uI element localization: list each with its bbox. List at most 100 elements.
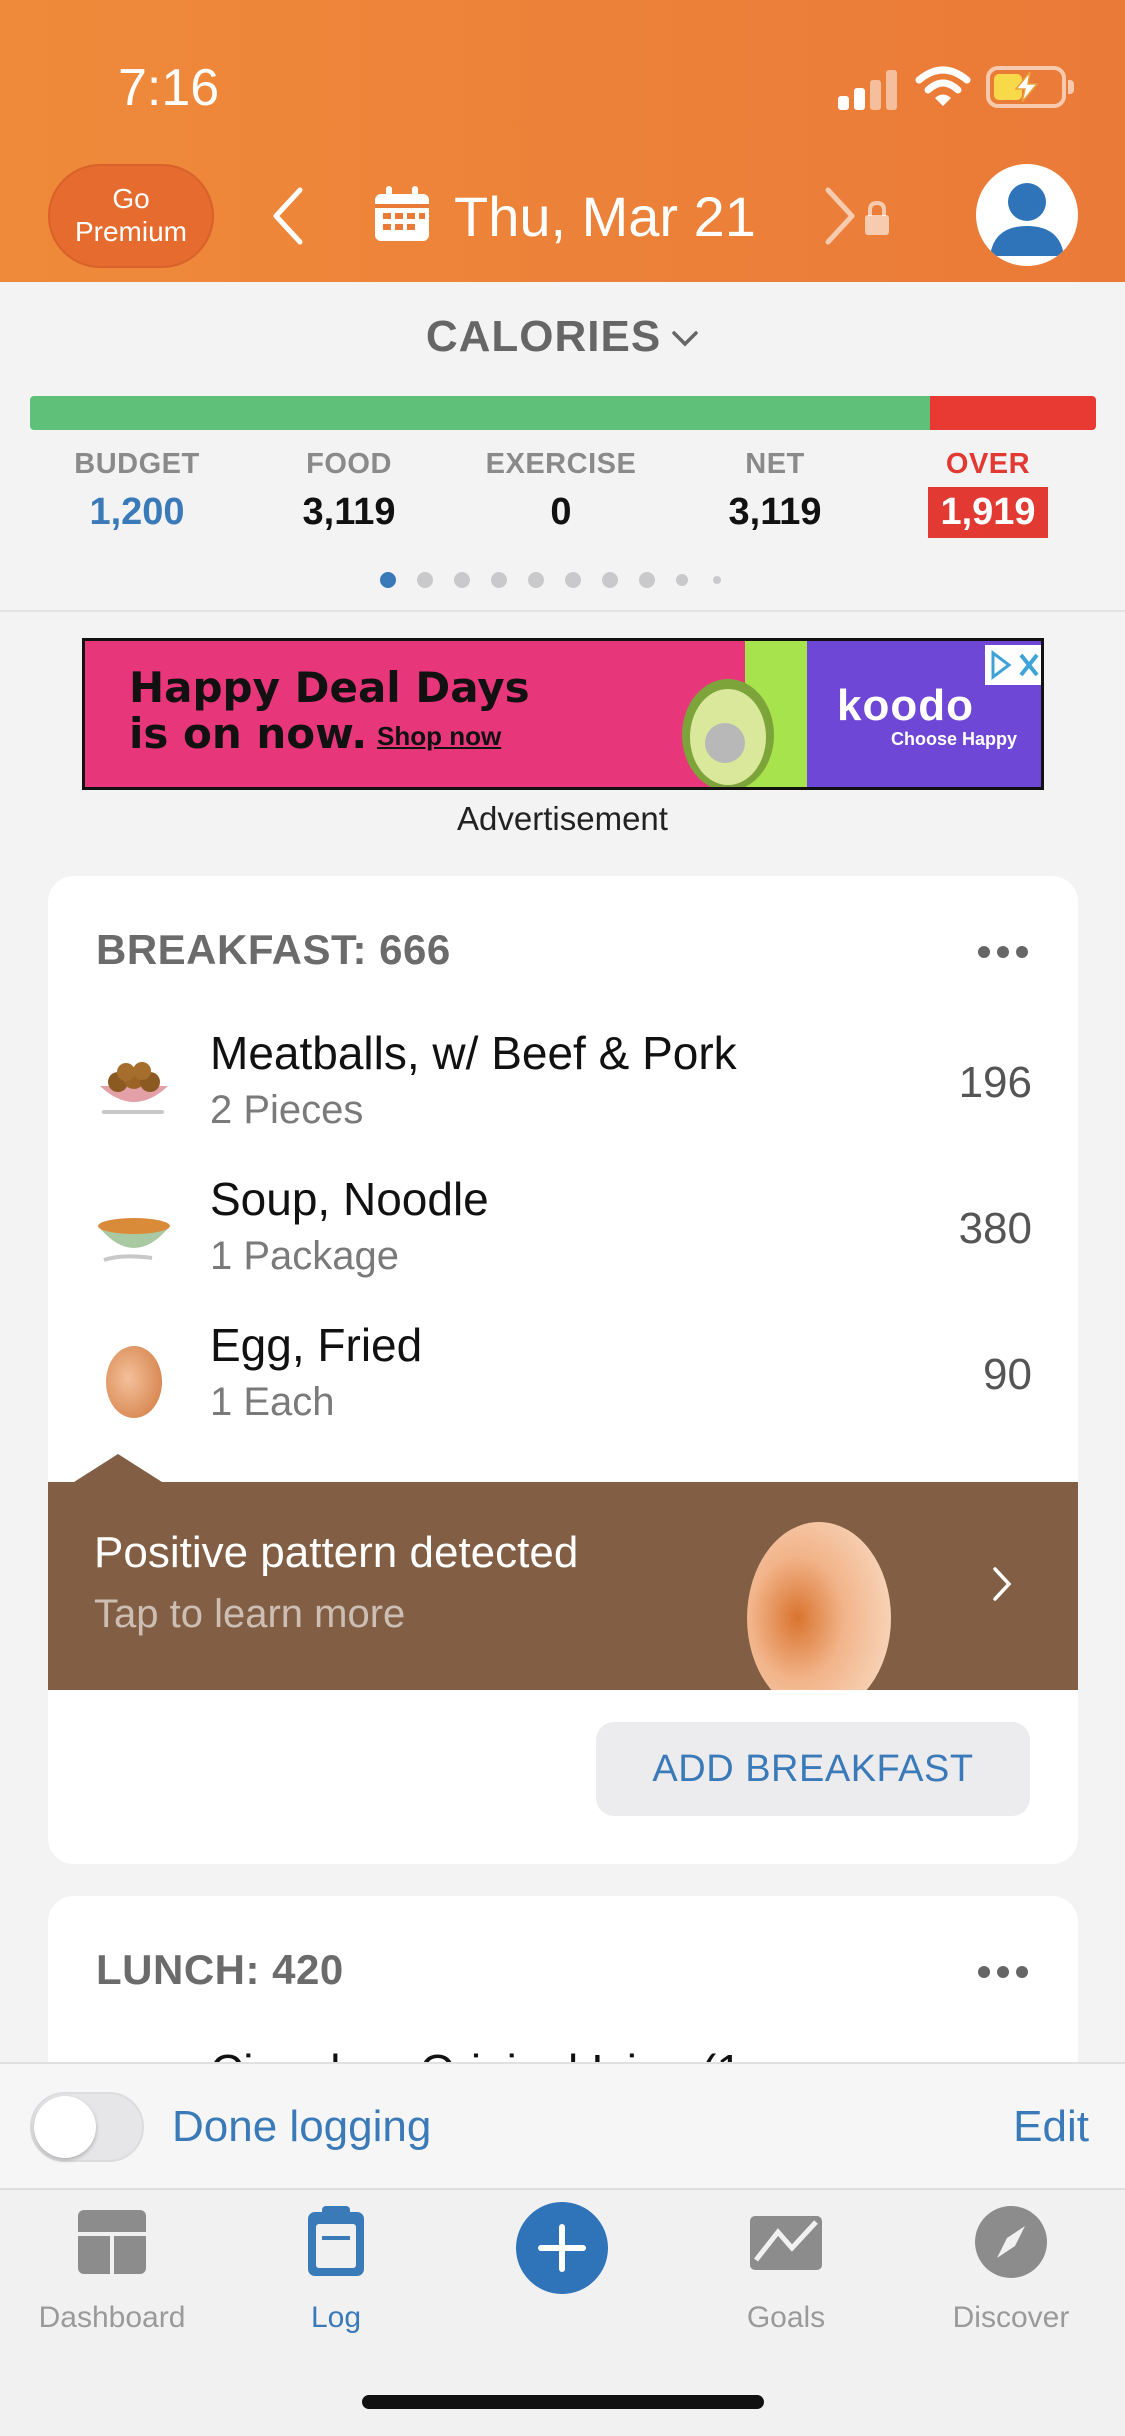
- battery-icon: [986, 66, 1074, 108]
- food-calories: 380: [958, 1204, 1032, 1253]
- ad-tagline: Choose Happy: [891, 729, 1018, 749]
- food-item[interactable]: Soup, Noodle 1 Package 380: [48, 1160, 1078, 1300]
- page-dot[interactable]: [380, 572, 396, 588]
- tab-discover-label: Discover: [952, 2301, 1070, 2334]
- chevron-down-icon: [672, 331, 698, 347]
- go-premium-button[interactable]: Go Premium: [48, 164, 214, 268]
- insight-banner[interactable]: Positive pattern detected Tap to learn m…: [48, 1454, 1078, 1690]
- previous-day-chevron-icon[interactable]: [268, 186, 308, 246]
- stat-budget-value: 1,200: [89, 491, 185, 533]
- egg-icon: [106, 1346, 162, 1418]
- done-logging-bar: Done logging Edit: [0, 2062, 1125, 2188]
- dashboard-icon: [78, 2210, 146, 2274]
- calories-summary: CALORIES BUDGET 1,200 FOOD 3,119 EXERCIS…: [0, 282, 1125, 612]
- progress-budget-segment: [30, 396, 930, 430]
- insight-pointer: [74, 1454, 162, 1482]
- wifi-icon: [915, 66, 971, 106]
- calories-title: CALORIES: [425, 312, 662, 361]
- calendar-icon[interactable]: [372, 186, 432, 244]
- stat-net: NET 3,119: [685, 448, 865, 534]
- edit-button[interactable]: Edit: [1013, 2102, 1089, 2152]
- avocado-icon: [682, 679, 774, 787]
- tab-log-label: Log: [310, 2301, 362, 2334]
- food-calories: 90: [983, 1350, 1032, 1399]
- page-dot[interactable]: [417, 572, 433, 588]
- next-day-chevron-icon[interactable]: [820, 186, 860, 246]
- add-breakfast-button[interactable]: ADD BREAKFAST: [596, 1722, 1030, 1816]
- food-name: Soup, Noodle: [210, 1173, 489, 1225]
- selected-date[interactable]: Thu, Mar 21: [454, 184, 756, 249]
- home-indicator: [362, 2395, 764, 2409]
- soup-icon: [98, 1218, 170, 1262]
- stat-budget: BUDGET 1,200: [47, 448, 227, 534]
- page-dot[interactable]: [491, 572, 507, 588]
- ad-headline-line1: Happy Deal Days: [129, 663, 530, 712]
- stat-exercise-label: EXERCISE: [485, 448, 637, 480]
- lunch-title: LUNCH: 420: [96, 1946, 344, 1993]
- stat-exercise: EXERCISE 0: [471, 448, 651, 534]
- page-dot[interactable]: [528, 572, 544, 588]
- done-logging-toggle[interactable]: [30, 2092, 144, 2162]
- lock-icon: [865, 200, 889, 235]
- user-icon: [990, 183, 1064, 256]
- page-dot[interactable]: [454, 572, 470, 588]
- food-quantity: 1 Each: [210, 1380, 335, 1424]
- chevron-right-icon: [993, 1567, 1012, 1601]
- food-name: Egg, Fried: [210, 1319, 423, 1371]
- compass-icon: [975, 2206, 1047, 2278]
- breakfast-card: BREAKFAST: 666 Meatballs, w/ Beef & Pork…: [48, 876, 1078, 1864]
- lunch-more-icon[interactable]: [978, 1966, 1028, 1978]
- meatballs-icon: [100, 1062, 168, 1114]
- ad-choices-close-icon[interactable]: [985, 645, 1043, 685]
- stat-over-value: 1,919: [928, 487, 1048, 538]
- page-dot[interactable]: [565, 572, 581, 588]
- calories-dropdown[interactable]: CALORIES: [0, 312, 1125, 362]
- insight-subtitle: Tap to learn more: [94, 1592, 406, 1636]
- food-item[interactable]: Egg, Fried 1 Each 90: [48, 1306, 1078, 1446]
- stat-food-label: FOOD: [306, 448, 392, 480]
- food-item[interactable]: Meatballs, w/ Beef & Pork 2 Pieces 196: [48, 1014, 1078, 1154]
- tab-discover[interactable]: Discover: [911, 2206, 1111, 2335]
- breakfast-more-icon[interactable]: [978, 946, 1028, 958]
- tab-goals-label: Goals: [746, 2301, 826, 2334]
- stat-food-value: 3,119: [302, 491, 396, 533]
- goals-icon: [750, 2216, 822, 2270]
- page-indicator[interactable]: [380, 572, 750, 592]
- ad-brand-name: koodo: [837, 681, 974, 730]
- food-quantity: 1 Package: [210, 1234, 400, 1278]
- tab-dashboard[interactable]: Dashboard: [12, 2206, 212, 2335]
- advertisement-label: Advertisement: [457, 800, 668, 837]
- stat-net-value: 3,119: [728, 491, 822, 533]
- ad-shop-link[interactable]: Shop now: [377, 721, 501, 752]
- cellular-signal-icon: [838, 70, 900, 110]
- page-dot[interactable]: [713, 576, 721, 584]
- calories-progress-bar: [30, 396, 1096, 430]
- premium-label-line1: Go: [112, 183, 150, 214]
- tab-goals[interactable]: Goals: [686, 2206, 886, 2335]
- egg-illustration-icon: [747, 1522, 891, 1690]
- food-calories: 196: [958, 1058, 1032, 1107]
- insight-title: Positive pattern detected: [94, 1528, 579, 1577]
- stat-exercise-value: 0: [550, 491, 572, 533]
- tab-dashboard-label: Dashboard: [38, 2301, 186, 2334]
- food-name: Meatballs, w/ Beef & Pork: [210, 1027, 737, 1079]
- page-dot[interactable]: [602, 572, 618, 588]
- food-quantity: 2 Pieces: [210, 1088, 364, 1132]
- breakfast-title: BREAKFAST: 666: [96, 926, 451, 973]
- stat-net-label: NET: [745, 448, 805, 480]
- progress-over-segment: [930, 396, 1096, 430]
- stat-budget-label: BUDGET: [74, 448, 200, 480]
- done-logging-label[interactable]: Done logging: [172, 2102, 431, 2152]
- page-dot[interactable]: [676, 574, 688, 586]
- app-header: 7:16 Go Premium Thu, Mar 21: [0, 0, 1125, 282]
- status-time: 7:16: [118, 59, 220, 117]
- add-entry-button[interactable]: [516, 2202, 608, 2294]
- page-dot[interactable]: [639, 572, 655, 588]
- tab-log[interactable]: Log: [236, 2206, 436, 2335]
- profile-avatar[interactable]: [976, 164, 1078, 266]
- stat-over-label: OVER: [945, 448, 1031, 480]
- advertisement-banner[interactable]: Happy Deal Days is on now. Shop now kood…: [82, 638, 1044, 790]
- premium-label-line2: Premium: [74, 216, 187, 247]
- stat-over: OVER 1,919: [898, 448, 1078, 538]
- log-icon: [308, 2206, 364, 2276]
